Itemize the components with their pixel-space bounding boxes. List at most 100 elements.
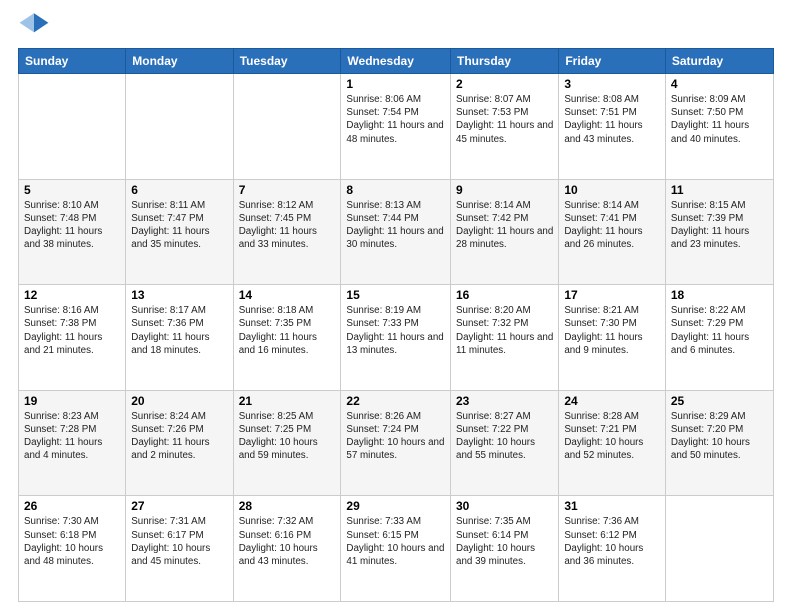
calendar-cell: 17Sunrise: 8:21 AM Sunset: 7:30 PM Dayli… — [559, 285, 666, 391]
calendar-cell: 5 Sunrise: 8:10 AM Sunset: 7:48 PM Daylig… — [19, 179, 126, 285]
calendar-cell — [126, 74, 233, 180]
day-number: 22 — [346, 394, 445, 408]
calendar-week-2: 5 Sunrise: 8:10 AM Sunset: 7:48 PM Daylig… — [19, 179, 774, 285]
calendar-week-4: 19 Sunrise: 8:23 AM Sunset: 7:28 PM Dayli… — [19, 390, 774, 496]
logo-icon — [18, 10, 50, 42]
day-number: 13 — [131, 288, 227, 302]
day-info: Sunrise: 8:07 AM Sunset: 7:53 PM Dayligh… — [456, 93, 553, 146]
day-number: 10 — [564, 183, 660, 197]
day-number: 8 — [346, 183, 445, 197]
day-number: 5 — [24, 183, 120, 197]
day-info: Sunrise: 8:18 AM Sunset: 7:35 PM Dayligh… — [239, 304, 336, 357]
calendar-cell: 18 Sunrise: 8:22 AM Sunset: 7:29 PM Dayli… — [665, 285, 773, 391]
calendar-header-wednesday: Wednesday — [341, 49, 451, 74]
calendar-cell: 3Sunrise: 8:08 AM Sunset: 7:51 PM Daylig… — [559, 74, 666, 180]
day-number: 20 — [131, 394, 227, 408]
calendar-week-5: 26Sunrise: 7:30 AM Sunset: 6:18 PM Dayli… — [19, 496, 774, 602]
day-number: 4 — [671, 77, 768, 91]
day-info: Sunrise: 8:11 AM Sunset: 7:47 PM Dayligh… — [131, 199, 227, 252]
day-info: Sunrise: 7:35 AM Sunset: 6:14 PM Dayligh… — [456, 515, 553, 568]
calendar-cell: 12 Sunrise: 8:16 AM Sunset: 7:38 PM Dayli… — [19, 285, 126, 391]
day-number: 14 — [239, 288, 336, 302]
day-number: 9 — [456, 183, 553, 197]
calendar-cell: 9 Sunrise: 8:14 AM Sunset: 7:42 PM Daylig… — [451, 179, 559, 285]
day-info: Sunrise: 7:33 AM Sunset: 6:15 PM Dayligh… — [346, 515, 445, 568]
day-info: Sunrise: 7:31 AM Sunset: 6:17 PM Dayligh… — [131, 515, 227, 568]
day-number: 25 — [671, 394, 768, 408]
day-info: Sunrise: 8:28 AM Sunset: 7:21 PM Dayligh… — [564, 410, 660, 463]
calendar-cell: 10 Sunrise: 8:14 AM Sunset: 7:41 PM Dayli… — [559, 179, 666, 285]
calendar-cell: 15 Sunrise: 8:19 AM Sunset: 7:33 PM Dayli… — [341, 285, 451, 391]
calendar-cell — [233, 74, 341, 180]
calendar-cell: 14 Sunrise: 8:18 AM Sunset: 7:35 PM Dayli… — [233, 285, 341, 391]
logo — [18, 10, 54, 42]
calendar-cell: 26Sunrise: 7:30 AM Sunset: 6:18 PM Dayli… — [19, 496, 126, 602]
calendar-cell: 23 Sunrise: 8:27 AM Sunset: 7:22 PM Dayli… — [451, 390, 559, 496]
day-info: Sunrise: 8:23 AM Sunset: 7:28 PM Dayligh… — [24, 410, 120, 463]
day-number: 18 — [671, 288, 768, 302]
day-number: 19 — [24, 394, 120, 408]
day-number: 7 — [239, 183, 336, 197]
day-info: Sunrise: 8:16 AM Sunset: 7:38 PM Dayligh… — [24, 304, 120, 357]
day-info: Sunrise: 8:15 AM Sunset: 7:39 PM Dayligh… — [671, 199, 768, 252]
calendar-cell: 22 Sunrise: 8:26 AM Sunset: 7:24 PM Dayli… — [341, 390, 451, 496]
calendar-cell: 28 Sunrise: 7:32 AM Sunset: 6:16 PM Dayli… — [233, 496, 341, 602]
calendar-cell: 1 Sunrise: 8:06 AM Sunset: 7:54 PM Daylig… — [341, 74, 451, 180]
calendar-cell: 8 Sunrise: 8:13 AM Sunset: 7:44 PM Daylig… — [341, 179, 451, 285]
day-number: 23 — [456, 394, 553, 408]
calendar-week-1: 1 Sunrise: 8:06 AM Sunset: 7:54 PM Daylig… — [19, 74, 774, 180]
day-info: Sunrise: 8:14 AM Sunset: 7:41 PM Dayligh… — [564, 199, 660, 252]
day-number: 2 — [456, 77, 553, 91]
calendar-cell: 24Sunrise: 8:28 AM Sunset: 7:21 PM Dayli… — [559, 390, 666, 496]
day-number: 11 — [671, 183, 768, 197]
calendar-cell: 4 Sunrise: 8:09 AM Sunset: 7:50 PM Daylig… — [665, 74, 773, 180]
day-number: 27 — [131, 499, 227, 513]
calendar-cell — [19, 74, 126, 180]
day-info: Sunrise: 8:26 AM Sunset: 7:24 PM Dayligh… — [346, 410, 445, 463]
day-number: 30 — [456, 499, 553, 513]
day-info: Sunrise: 7:32 AM Sunset: 6:16 PM Dayligh… — [239, 515, 336, 568]
day-info: Sunrise: 8:17 AM Sunset: 7:36 PM Dayligh… — [131, 304, 227, 357]
day-number: 15 — [346, 288, 445, 302]
page: SundayMondayTuesdayWednesdayThursdayFrid… — [0, 0, 792, 612]
day-number: 12 — [24, 288, 120, 302]
calendar-cell: 20 Sunrise: 8:24 AM Sunset: 7:26 PM Dayli… — [126, 390, 233, 496]
day-number: 16 — [456, 288, 553, 302]
day-info: Sunrise: 8:22 AM Sunset: 7:29 PM Dayligh… — [671, 304, 768, 357]
day-info: Sunrise: 8:08 AM Sunset: 7:51 PM Dayligh… — [564, 93, 660, 146]
day-info: Sunrise: 8:09 AM Sunset: 7:50 PM Dayligh… — [671, 93, 768, 146]
day-info: Sunrise: 8:14 AM Sunset: 7:42 PM Dayligh… — [456, 199, 553, 252]
day-number: 6 — [131, 183, 227, 197]
day-number: 1 — [346, 77, 445, 91]
calendar-cell: 13 Sunrise: 8:17 AM Sunset: 7:36 PM Dayli… — [126, 285, 233, 391]
day-info: Sunrise: 8:06 AM Sunset: 7:54 PM Dayligh… — [346, 93, 445, 146]
day-info: Sunrise: 8:24 AM Sunset: 7:26 PM Dayligh… — [131, 410, 227, 463]
calendar-cell: 30 Sunrise: 7:35 AM Sunset: 6:14 PM Dayli… — [451, 496, 559, 602]
day-number: 28 — [239, 499, 336, 513]
day-info: Sunrise: 8:19 AM Sunset: 7:33 PM Dayligh… — [346, 304, 445, 357]
calendar-cell: 19 Sunrise: 8:23 AM Sunset: 7:28 PM Dayli… — [19, 390, 126, 496]
calendar-cell: 11 Sunrise: 8:15 AM Sunset: 7:39 PM Dayli… — [665, 179, 773, 285]
calendar-header-row: SundayMondayTuesdayWednesdayThursdayFrid… — [19, 49, 774, 74]
calendar-header-thursday: Thursday — [451, 49, 559, 74]
calendar-cell: 7 Sunrise: 8:12 AM Sunset: 7:45 PM Daylig… — [233, 179, 341, 285]
day-info: Sunrise: 8:29 AM Sunset: 7:20 PM Dayligh… — [671, 410, 768, 463]
calendar-header-friday: Friday — [559, 49, 666, 74]
calendar-cell: 25 Sunrise: 8:29 AM Sunset: 7:20 PM Dayli… — [665, 390, 773, 496]
calendar-header-monday: Monday — [126, 49, 233, 74]
calendar-cell: 31Sunrise: 7:36 AM Sunset: 6:12 PM Dayli… — [559, 496, 666, 602]
day-number: 17 — [564, 288, 660, 302]
calendar-header-tuesday: Tuesday — [233, 49, 341, 74]
day-info: Sunrise: 8:13 AM Sunset: 7:44 PM Dayligh… — [346, 199, 445, 252]
calendar-cell: 2 Sunrise: 8:07 AM Sunset: 7:53 PM Daylig… — [451, 74, 559, 180]
calendar-cell — [665, 496, 773, 602]
calendar-cell: 21Sunrise: 8:25 AM Sunset: 7:25 PM Dayli… — [233, 390, 341, 496]
calendar-week-3: 12 Sunrise: 8:16 AM Sunset: 7:38 PM Dayli… — [19, 285, 774, 391]
day-info: Sunrise: 8:27 AM Sunset: 7:22 PM Dayligh… — [456, 410, 553, 463]
day-number: 31 — [564, 499, 660, 513]
day-info: Sunrise: 8:10 AM Sunset: 7:48 PM Dayligh… — [24, 199, 120, 252]
header — [18, 10, 774, 42]
day-info: Sunrise: 8:12 AM Sunset: 7:45 PM Dayligh… — [239, 199, 336, 252]
day-info: Sunrise: 8:25 AM Sunset: 7:25 PM Dayligh… — [239, 410, 336, 463]
calendar-cell: 6 Sunrise: 8:11 AM Sunset: 7:47 PM Daylig… — [126, 179, 233, 285]
